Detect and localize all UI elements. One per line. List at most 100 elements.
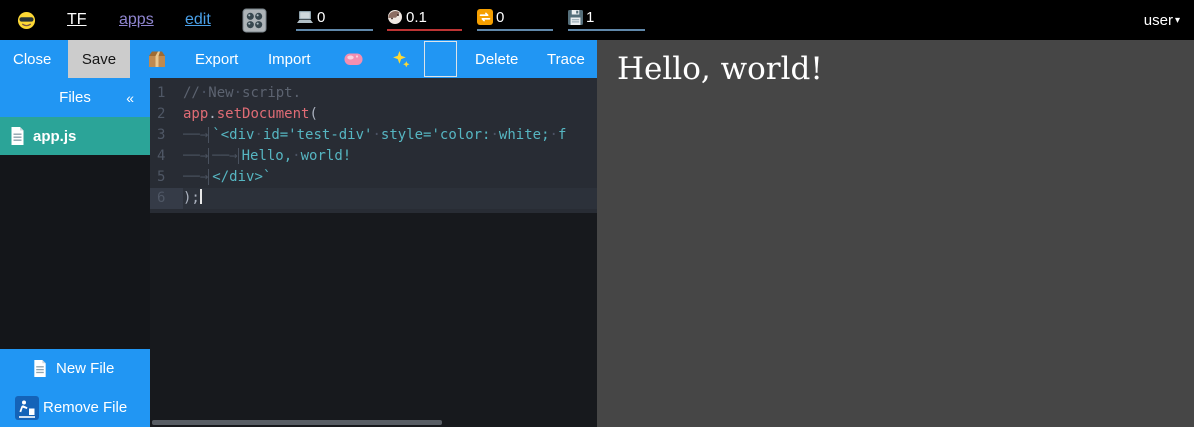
code-token: f [558, 127, 566, 143]
stat-cpu-value: 0 [317, 9, 325, 26]
tab-marker: ──→ [183, 169, 209, 185]
preview-pane: Hello, world! [597, 40, 1194, 427]
code-text: ──→`<div·id='test-div'·style='color:·whi… [183, 125, 597, 146]
code-editor[interactable]: 1//·New·script.2app.setDocument(3──→`<di… [150, 78, 597, 427]
code-token: ( [309, 106, 317, 122]
trace-button[interactable]: Trace [547, 40, 585, 78]
code-token: . [208, 106, 216, 122]
code-line[interactable]: 6); [150, 188, 597, 209]
line-number[interactable]: 3 [150, 125, 183, 146]
line-number[interactable]: 1 [150, 83, 183, 104]
export-button[interactable]: Export [195, 40, 238, 78]
top-bar: TF apps edit [0, 0, 1194, 40]
line-number[interactable]: 6 [150, 188, 183, 209]
nav-link-apps[interactable]: apps [119, 0, 154, 40]
toolbar-empty-box[interactable] [424, 41, 457, 77]
litter-bin-icon [15, 396, 39, 420]
code-token: </div>` [212, 169, 271, 185]
brand-link[interactable]: TF [67, 0, 87, 40]
code-text: //·New·script. [183, 83, 597, 104]
line-number[interactable]: 4 [150, 146, 183, 167]
stat-storage[interactable]: 1 [568, 7, 645, 31]
code-token: world! [301, 148, 352, 164]
code-token: setDocument [217, 106, 310, 122]
user-menu-label: user [1144, 12, 1173, 29]
code-token: · [372, 127, 380, 143]
sparkles-button[interactable] [391, 40, 410, 78]
package-icon [147, 50, 167, 69]
text-cursor [200, 189, 202, 204]
document-icon [10, 127, 25, 145]
code-text: ); [183, 188, 597, 209]
soap-button[interactable] [344, 40, 363, 78]
stat-requests[interactable]: 0 [477, 7, 553, 31]
code-token: Hello, [242, 148, 293, 164]
sunglasses-face-icon [17, 11, 36, 30]
export-button-label: Export [195, 51, 238, 68]
new-file-label: New File [56, 360, 114, 377]
save-button-label: Save [82, 51, 116, 68]
horizontal-scrollbar[interactable] [152, 420, 442, 425]
trace-button-label: Trace [547, 51, 585, 68]
code-token: style='color: [381, 127, 491, 143]
preview-hello-text: Hello, world! [617, 51, 823, 87]
close-button[interactable]: Close [13, 40, 51, 78]
brand-label: TF [67, 11, 87, 29]
code-line[interactable]: 3──→`<div·id='test-div'·style='color:·wh… [150, 125, 597, 146]
laptop-icon [296, 10, 314, 25]
delete-button-label: Delete [475, 51, 518, 68]
edit-link-label: edit [185, 11, 211, 29]
code-text: app.setDocument( [183, 104, 597, 125]
code-line[interactable]: 4──→──→Hello,·world! [150, 146, 597, 167]
chevron-down-icon: ▾ [1175, 15, 1180, 26]
code-line[interactable]: 1//·New·script. [150, 83, 597, 104]
logo-button[interactable] [17, 0, 36, 40]
code-text: ──→──→Hello,·world! [183, 146, 597, 167]
code-token: · [254, 127, 262, 143]
apps-link-label: apps [119, 11, 154, 29]
stat-memory-value: 0.1 [406, 9, 427, 26]
code-line[interactable]: 2app.setDocument( [150, 104, 597, 125]
code-token: `<div [212, 127, 254, 143]
files-panel-title: Files [59, 89, 91, 106]
user-menu-button[interactable]: user▾ [1144, 0, 1180, 40]
remove-file-label: Remove File [43, 399, 127, 416]
files-sidebar: Files « app.js [0, 78, 150, 427]
code-token: New [208, 85, 233, 101]
code-lines: 1//·New·script.2app.setDocument(3──→`<di… [150, 78, 597, 213]
import-button[interactable]: Import [268, 40, 311, 78]
line-number[interactable]: 5 [150, 167, 183, 188]
file-item-appjs[interactable]: app.js [0, 117, 150, 155]
stat-cpu[interactable]: 0 [296, 7, 373, 31]
line-number[interactable]: 2 [150, 104, 183, 125]
code-token: · [234, 85, 242, 101]
files-panel-header: Files « [0, 78, 150, 117]
editor-toolbar: Close Save Export Import [0, 40, 597, 78]
import-button-label: Import [268, 51, 311, 68]
stat-requests-value: 0 [496, 9, 504, 26]
stat-storage-value: 1 [586, 9, 594, 26]
code-line[interactable]: 5──→</div>` [150, 167, 597, 188]
app-window: TF apps edit [0, 0, 1194, 427]
sidebar-empty-area [0, 155, 150, 349]
stat-memory[interactable]: 0.1 [387, 7, 462, 31]
soap-icon [344, 52, 363, 66]
tab-marker: ──→ [212, 148, 238, 164]
code-text: ──→</div>` [183, 167, 597, 188]
sidebar-collapse-button[interactable]: « [126, 78, 134, 117]
code-token: · [550, 127, 558, 143]
close-button-label: Close [13, 51, 51, 68]
package-button[interactable] [147, 40, 167, 78]
floppy-disk-icon [568, 10, 583, 25]
delete-button[interactable]: Delete [475, 40, 518, 78]
new-file-button[interactable]: New File [0, 349, 150, 388]
save-button[interactable]: Save [68, 40, 130, 78]
tab-marker: ──→ [183, 148, 209, 164]
code-token: · [292, 148, 300, 164]
hamster-icon [387, 9, 403, 25]
control-knobs-button[interactable] [242, 0, 267, 40]
code-token: // [183, 85, 200, 101]
remove-file-button[interactable]: Remove File [0, 388, 150, 427]
nav-link-edit[interactable]: edit [185, 0, 211, 40]
repeat-icon [477, 9, 493, 25]
